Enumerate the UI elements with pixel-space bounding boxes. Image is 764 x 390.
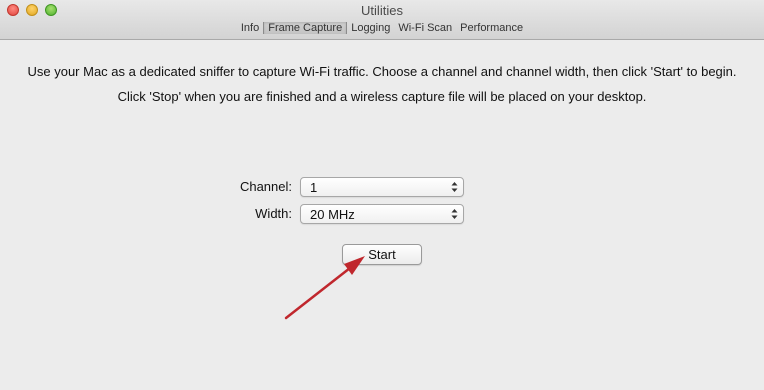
tab-logging[interactable]: Logging bbox=[347, 22, 394, 34]
utilities-window: Utilities Info Frame Capture Logging Wi-Fi … bbox=[0, 0, 764, 390]
up-down-chevron-icon bbox=[451, 182, 458, 192]
tab-bar: Info Frame Capture Logging Wi-Fi Scan Perfor… bbox=[0, 22, 764, 34]
tab-info[interactable]: Info bbox=[237, 22, 263, 34]
channel-value: 1 bbox=[310, 180, 318, 195]
title-bar: Utilities Info Frame Capture Logging Wi-Fi … bbox=[0, 0, 764, 40]
width-select[interactable]: 20 MHz bbox=[300, 204, 464, 224]
width-value: 20 MHz bbox=[310, 207, 355, 222]
tab-wifi-scan[interactable]: Wi-Fi Scan bbox=[394, 22, 456, 34]
instruction-line-2: Click 'Stop' when you are finished and a… bbox=[117, 89, 647, 104]
channel-row: Channel: 1 bbox=[0, 177, 764, 197]
tab-performance[interactable]: Performance bbox=[456, 22, 527, 34]
up-down-chevron-icon bbox=[451, 209, 458, 219]
instructions: Use your Mac as a dedicated sniffer to c… bbox=[0, 64, 764, 105]
channel-label: Channel: bbox=[239, 179, 292, 194]
channel-select[interactable]: 1 bbox=[300, 177, 464, 197]
start-button[interactable]: Start bbox=[342, 244, 422, 265]
width-row: Width: 20 MHz bbox=[0, 204, 764, 224]
tab-frame-capture[interactable]: Frame Capture bbox=[263, 22, 348, 34]
instruction-line-1: Use your Mac as a dedicated sniffer to c… bbox=[27, 64, 737, 79]
window-title: Utilities bbox=[361, 3, 403, 18]
width-label: Width: bbox=[255, 206, 292, 221]
